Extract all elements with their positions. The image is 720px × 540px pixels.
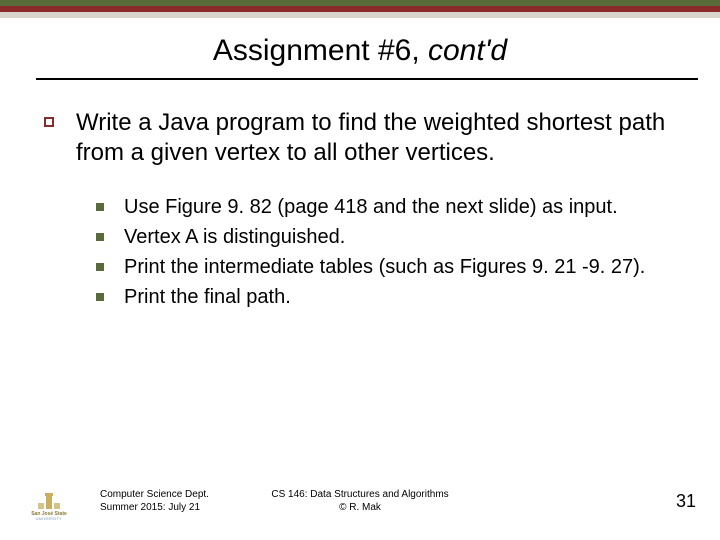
main-bullet-row: Write a Java program to find the weighte… [44, 108, 688, 168]
square-bullet-icon [96, 293, 104, 301]
sub-bullet-row: Vertex A is distinguished. [96, 224, 688, 250]
sub-bullet-text: Print the intermediate tables (such as F… [124, 254, 645, 280]
square-bullet-icon [96, 203, 104, 211]
title-prefix: Assignment #6, [213, 34, 428, 67]
sub-bullet-text: Print the final path. [124, 284, 291, 310]
footer: San José State UNIVERSITY Computer Scien… [0, 484, 720, 526]
sub-bullet-list: Use Figure 9. 82 (page 418 and the next … [96, 194, 688, 310]
title-underline [36, 78, 698, 80]
slide-title-wrap: Assignment #6, cont'd [0, 34, 720, 68]
footer-center-text: CS 146: Data Structures and Algorithms ©… [0, 489, 720, 514]
logo-subtitle: UNIVERSITY [36, 517, 62, 521]
hollow-square-bullet-icon [44, 117, 54, 127]
title-emph: cont'd [428, 34, 507, 67]
sub-bullet-row: Print the final path. [96, 284, 688, 310]
slide-title: Assignment #6, cont'd [0, 34, 720, 68]
content-area: Write a Java program to find the weighte… [44, 108, 688, 314]
sub-bullet-row: Print the intermediate tables (such as F… [96, 254, 688, 280]
square-bullet-icon [96, 263, 104, 271]
sub-bullet-text: Use Figure 9. 82 (page 418 and the next … [124, 194, 618, 220]
main-bullet-text: Write a Java program to find the weighte… [76, 108, 688, 168]
top-border-bands [0, 0, 720, 18]
sub-bullet-row: Use Figure 9. 82 (page 418 and the next … [96, 194, 688, 220]
page-number: 31 [676, 491, 696, 512]
footer-copyright: © R. Mak [0, 502, 720, 515]
sub-bullet-text: Vertex A is distinguished. [124, 224, 345, 250]
footer-course: CS 146: Data Structures and Algorithms [0, 489, 720, 502]
square-bullet-icon [96, 233, 104, 241]
